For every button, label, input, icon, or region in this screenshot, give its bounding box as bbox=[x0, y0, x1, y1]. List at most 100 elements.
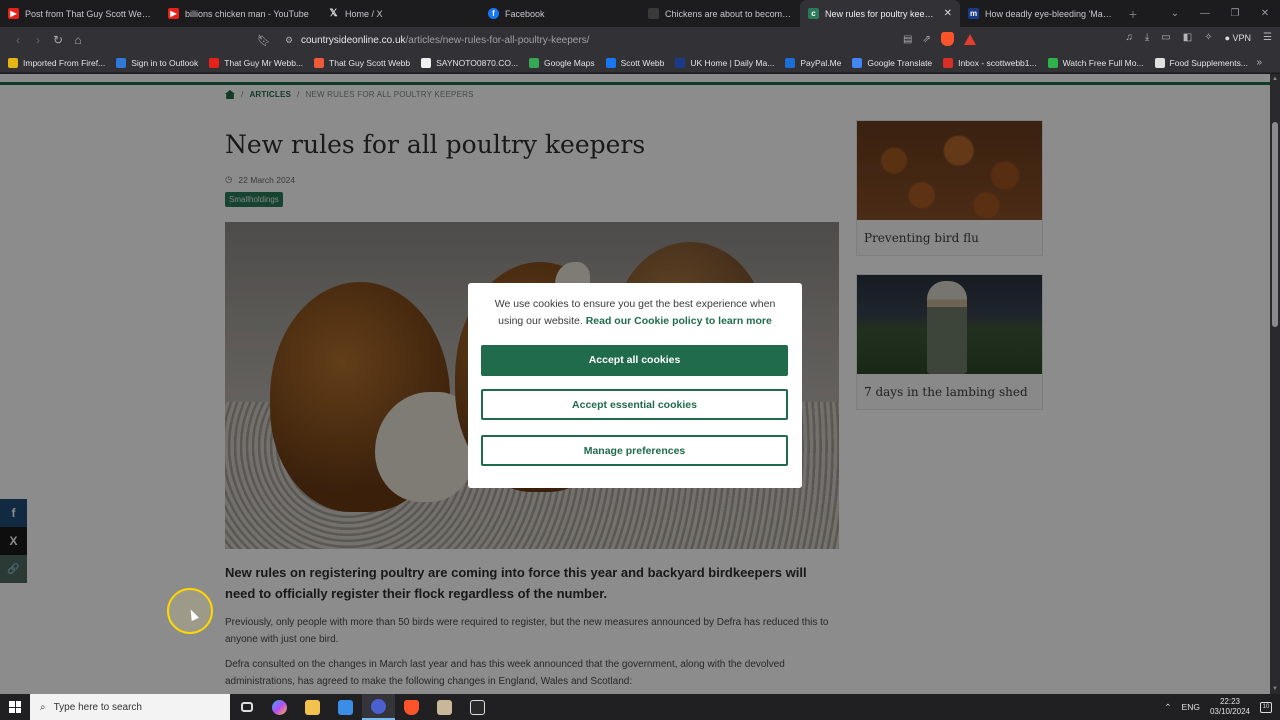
notifications-icon[interactable]: 10 bbox=[1260, 701, 1272, 713]
bookmark-favicon-icon bbox=[675, 57, 686, 68]
bookmark-item[interactable]: Imported From Firef... bbox=[8, 57, 105, 68]
bookmark-favicon-icon bbox=[529, 57, 540, 68]
bookmark-label: Inbox - scottwebb1... bbox=[958, 57, 1037, 68]
bookmark-favicon-icon bbox=[785, 57, 796, 68]
home-icon[interactable]: ⌂ bbox=[68, 33, 88, 47]
windows-icon bbox=[9, 701, 21, 713]
minimize-icon[interactable]: — bbox=[1190, 8, 1220, 19]
more-bookmarks-icon[interactable]: » bbox=[1256, 57, 1262, 68]
leo-icon[interactable]: ✧ bbox=[1204, 32, 1212, 43]
newspaper-icon: m bbox=[968, 8, 979, 19]
back-icon[interactable]: ‹ bbox=[8, 33, 28, 47]
bookmark-label: That Guy Mr Webb... bbox=[224, 57, 304, 68]
file-explorer-icon[interactable] bbox=[296, 694, 329, 720]
chevron-up-icon[interactable]: ⌃ bbox=[1164, 702, 1171, 713]
bookmark-item[interactable]: That Guy Scott Webb bbox=[314, 57, 411, 68]
new-tab-icon[interactable]: + bbox=[1120, 0, 1146, 27]
brave-browser-icon[interactable] bbox=[395, 694, 428, 720]
scroll-down-icon[interactable]: ▼ bbox=[1270, 686, 1280, 692]
browser-tab[interactable]: ▶ Post from That Guy Scott Webb - Y bbox=[0, 0, 160, 27]
download-icon[interactable]: ⤓ bbox=[1145, 32, 1149, 43]
share-icon[interactable]: ⇗ bbox=[922, 34, 930, 45]
brave-app-icon[interactable] bbox=[362, 694, 395, 720]
brave-rewards-icon[interactable] bbox=[963, 33, 976, 45]
browser-tab[interactable]: Chickens are about to become illeg bbox=[640, 0, 800, 27]
tab-search-icon[interactable]: ⌄ bbox=[1160, 8, 1190, 19]
cookie-policy-link[interactable]: Read our Cookie policy to learn more bbox=[586, 315, 772, 327]
address-bar[interactable]: 🔖︎ ⚙ countrysideonline.co.uk/articles/ne… bbox=[257, 30, 997, 50]
bookmark-item[interactable]: SAYNOTO0870.CO... bbox=[421, 57, 518, 68]
bookmark-favicon-icon bbox=[943, 57, 954, 68]
bookmark-favicon-icon bbox=[1047, 57, 1058, 68]
menu-icon[interactable]: ☰ bbox=[1263, 32, 1272, 43]
scroll-up-icon[interactable]: ▲ bbox=[1270, 76, 1280, 82]
language-indicator[interactable]: ENG bbox=[1182, 702, 1200, 712]
close-window-icon[interactable]: ✕ bbox=[1250, 8, 1280, 19]
bookmark-item[interactable]: That Guy Mr Webb... bbox=[209, 57, 304, 68]
bookmark-favicon-icon bbox=[8, 57, 18, 68]
windows-taskbar: ⌕ Type here to search ⌃ ENG 22:23 03/10/… bbox=[0, 694, 1280, 720]
media-player-icon[interactable] bbox=[428, 694, 461, 720]
bookmark-item[interactable]: UK Home | Daily Ma... bbox=[675, 57, 775, 68]
bookmark-item[interactable]: Google Translate bbox=[852, 57, 933, 68]
store-icon[interactable] bbox=[329, 694, 362, 720]
vpn-button[interactable]: ● VPN bbox=[1225, 33, 1251, 43]
start-button[interactable] bbox=[0, 694, 30, 720]
youtube-icon: ▶ bbox=[168, 8, 179, 19]
bookmark-label: UK Home | Daily Ma... bbox=[690, 57, 775, 68]
tab-label: New rules for poultry keepers bbox=[825, 8, 938, 19]
bookmark-item[interactable]: Sign in to Outlook bbox=[116, 57, 199, 68]
bookmark-favicon-icon bbox=[852, 57, 863, 68]
sidebar-icon[interactable]: ◧ bbox=[1183, 32, 1192, 43]
bookmark-item[interactable]: Inbox - scottwebb1... bbox=[943, 57, 1037, 68]
tab-strip: ▶ Post from That Guy Scott Webb - Y ▶ bi… bbox=[0, 0, 1280, 27]
forward-icon[interactable]: › bbox=[28, 33, 48, 47]
tab-label: Home / X bbox=[345, 8, 383, 19]
bookmark-favicon-icon bbox=[209, 57, 220, 68]
page-scrollbar[interactable]: ▲ ▼ bbox=[1270, 74, 1280, 694]
bookmark-label: Google Maps bbox=[544, 57, 595, 68]
brave-shields-icon[interactable] bbox=[940, 32, 954, 46]
bookmark-favicon-icon bbox=[116, 57, 127, 68]
bookmarks-bar: Imported From Firef... Sign in to Outlook… bbox=[0, 53, 1280, 73]
browser-tab-active[interactable]: c New rules for poultry keepers ✕ bbox=[800, 0, 960, 27]
bookmark-label: That Guy Scott Webb bbox=[329, 57, 411, 68]
bookmark-item[interactable]: Food Supplements... bbox=[1154, 57, 1248, 68]
countryside-icon: c bbox=[808, 8, 819, 19]
window-controls: ⌄ — ❐ ✕ bbox=[1160, 0, 1280, 27]
cookie-message: We use cookies to ensure you get the bes… bbox=[494, 298, 776, 327]
media-icon[interactable]: ♫ bbox=[1125, 32, 1133, 43]
bookmark-item[interactable]: Google Maps bbox=[529, 57, 595, 68]
bookmark-favicon-icon bbox=[314, 57, 325, 68]
web-page: / ARTICLES / NEW RULES FOR ALL POULTRY K… bbox=[0, 74, 1270, 694]
browser-tab[interactable]: ▶ billions chicken man - YouTube bbox=[160, 0, 320, 27]
clock[interactable]: 22:23 03/10/2024 bbox=[1210, 697, 1250, 717]
bookmark-label: Sign in to Outlook bbox=[131, 57, 199, 68]
system-tray: ⌃ ENG 22:23 03/10/2024 10 bbox=[1164, 694, 1280, 720]
vegas-icon[interactable] bbox=[461, 694, 494, 720]
manage-preferences-button[interactable]: Manage preferences bbox=[481, 435, 788, 466]
accept-essential-cookies-button[interactable]: Accept essential cookies bbox=[481, 389, 788, 420]
scrollbar-thumb[interactable] bbox=[1272, 122, 1278, 327]
bookmark-label: Google Translate bbox=[867, 57, 933, 68]
url-text[interactable]: countrysideonline.co.uk/articles/new-rul… bbox=[301, 35, 589, 46]
browser-tab[interactable]: f Facebook bbox=[480, 0, 640, 27]
toolbar-right: ♫ ⤓ ▭ ◧ ✧ ● VPN ☰ bbox=[1125, 32, 1272, 43]
reload-icon[interactable]: ↻ bbox=[48, 33, 68, 47]
bookmark-item[interactable]: PayPal.Me bbox=[785, 57, 841, 68]
task-view-icon[interactable] bbox=[230, 694, 263, 720]
browser-tab[interactable]: m How deadly eye-bleeding 'Marburg bbox=[960, 0, 1120, 27]
reader-mode-icon[interactable]: ▤ bbox=[903, 34, 912, 45]
site-info-icon[interactable]: ⚙ bbox=[285, 35, 299, 46]
restore-icon[interactable]: ❐ bbox=[1220, 8, 1250, 19]
taskbar-search[interactable]: ⌕ Type here to search bbox=[30, 694, 230, 720]
tab-label: Chickens are about to become illeg bbox=[665, 8, 792, 19]
browser-tab[interactable]: 𝕏 Home / X bbox=[320, 0, 480, 27]
wallet-icon[interactable]: ▭ bbox=[1161, 32, 1170, 43]
copilot-icon[interactable] bbox=[263, 694, 296, 720]
bookmark-item[interactable]: Scott Webb bbox=[605, 57, 664, 68]
bookmark-icon[interactable]: 🔖︎ bbox=[257, 34, 273, 47]
accept-all-cookies-button[interactable]: Accept all cookies bbox=[481, 345, 788, 376]
bookmark-item[interactable]: Watch Free Full Mo... bbox=[1047, 57, 1144, 68]
close-tab-icon[interactable]: ✕ bbox=[944, 8, 952, 19]
